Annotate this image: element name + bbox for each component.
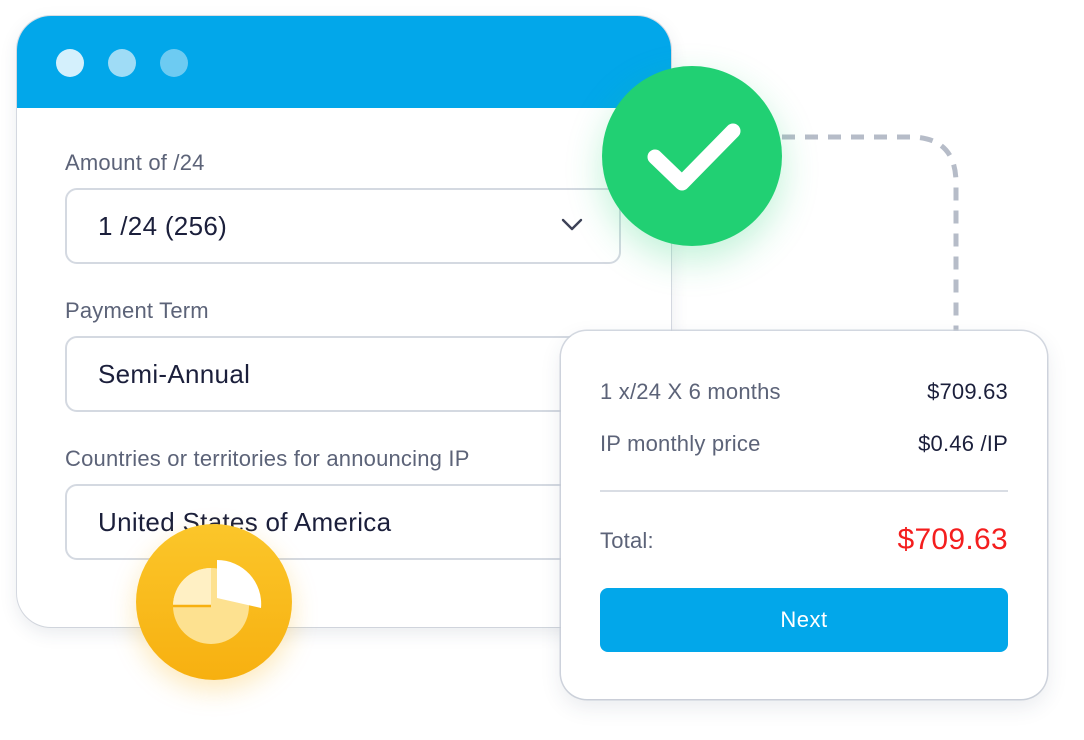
payment-term-value: Semi-Annual — [98, 359, 251, 389]
pie-badge — [136, 524, 292, 680]
window-titlebar — [17, 16, 671, 108]
summary-line1-value: $709.63 — [927, 379, 1008, 404]
success-badge — [602, 66, 782, 246]
window-dot-icon — [56, 49, 84, 77]
window-dot-icon — [160, 49, 188, 77]
amount-label: Amount of /24 — [65, 150, 205, 175]
payment-term-field[interactable]: Semi-Annual — [65, 336, 621, 412]
payment-term-label: Payment Term — [65, 298, 209, 323]
amount-select[interactable]: 1 /24 (256) — [65, 188, 621, 264]
countries-label: Countries or territories for announcing … — [65, 446, 470, 471]
chevron-down-icon — [561, 218, 583, 231]
summary-divider — [600, 490, 1008, 492]
next-button[interactable]: Next — [600, 588, 1008, 652]
summary-line1-label: 1 x/24 X 6 months — [600, 379, 781, 404]
total-value: $709.63 — [897, 523, 1008, 556]
amount-select-value: 1 /24 (256) — [98, 211, 228, 241]
ip-monthly-price-label: IP monthly price — [600, 431, 761, 456]
ip-monthly-price-value: $0.46 /IP — [918, 431, 1008, 456]
window-dot-icon — [108, 49, 136, 77]
order-summary-card: 1 x/24 X 6 months $709.63 IP monthly pri… — [561, 331, 1047, 699]
pie-chart-icon — [173, 559, 262, 644]
check-icon — [647, 123, 741, 191]
total-label: Total: — [600, 528, 654, 553]
